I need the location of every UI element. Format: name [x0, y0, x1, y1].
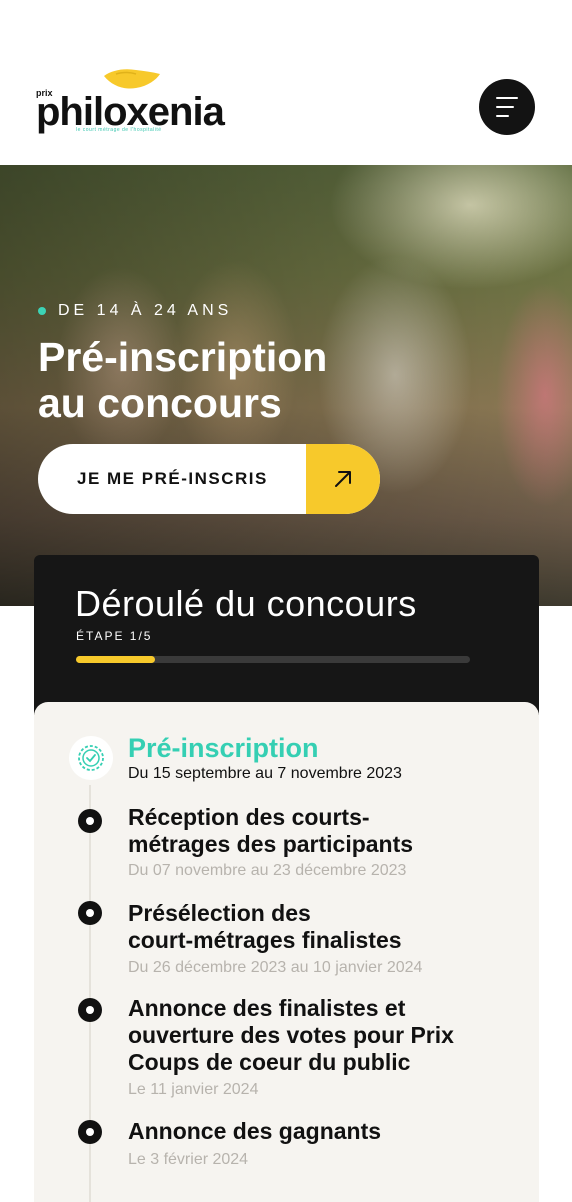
menu-icon-line	[496, 115, 509, 117]
step-5-dot-icon	[78, 1120, 102, 1144]
preregister-button-label: JE ME PRÉ-INSCRIS	[77, 469, 268, 488]
step-4-title: Annonce des finalistes et ouverture des …	[128, 995, 503, 1076]
philoxenia-logo[interactable]: prix philoxenia le court métrage de l'ho…	[36, 66, 236, 138]
site-header: prix philoxenia le court métrage de l'ho…	[0, 0, 572, 165]
timeline-progress-fill	[76, 656, 155, 663]
arrow-up-right-icon	[306, 444, 380, 514]
hero-title-line1: Pré-inscription	[38, 334, 328, 380]
step-2-dot-icon	[78, 809, 102, 833]
timeline-progress-bar	[76, 656, 470, 663]
timeline-title: Déroulé du concours	[75, 583, 417, 624]
hero-kicker: DE 14 À 24 ANS	[38, 302, 232, 320]
hero-kicker-text: DE 14 À 24 ANS	[58, 302, 233, 319]
step-5-date: Le 3 février 2024	[128, 1151, 249, 1168]
step-1-date: Du 15 septembre au 7 novembre 2023	[128, 765, 402, 782]
logo-tagline: le court métrage de l'hospitalité	[76, 127, 162, 133]
step-3-title-line2: court-métrages finalistes	[128, 927, 402, 953]
step-3-date: Du 26 décembre 2023 au 10 janvier 2024	[128, 959, 423, 976]
step-3-title: Présélection des court-métrages finalist…	[128, 900, 503, 954]
step-5-title: Annonce des gagnants	[128, 1118, 382, 1144]
menu-icon-line	[496, 97, 518, 99]
hero-title: Pré-inscription au concours	[38, 334, 458, 426]
hero-title-line2: au concours	[38, 380, 282, 426]
hand-icon	[104, 69, 160, 89]
step-4-title-line2: ouverture des votes pour Prix	[128, 1022, 454, 1048]
step-4-dot-icon	[78, 998, 102, 1022]
step-2-title: Réception des courts- métrages des parti…	[128, 804, 503, 858]
menu-icon-line	[496, 106, 514, 108]
menu-button[interactable]	[479, 79, 535, 135]
step-4-title-line3: Coups de coeur du public	[128, 1049, 411, 1075]
step-2-title-line2: métrages des participants	[128, 831, 414, 857]
step-1-title: Pré-inscription	[128, 733, 319, 763]
hero-section: DE 14 À 24 ANS Pré-inscription au concou…	[0, 165, 572, 606]
step-4-title-line1: Annonce des finalistes et	[128, 995, 406, 1021]
step-4-date: Le 11 janvier 2024	[128, 1081, 259, 1098]
timeline-step-label: ÉTAPE 1/5	[76, 629, 153, 643]
timeline-header: Déroulé du concours ÉTAPE 1/5	[34, 555, 539, 715]
step-3-dot-icon	[78, 901, 102, 925]
bullet-dot-icon	[38, 307, 46, 315]
step-2-title-line1: Réception des courts-	[128, 804, 370, 830]
preregister-button[interactable]: JE ME PRÉ-INSCRIS	[38, 444, 380, 514]
check-badge-icon	[69, 736, 113, 780]
step-3-title-line1: Présélection des	[128, 900, 311, 926]
step-2-date: Du 07 novembre au 23 décembre 2023	[128, 862, 407, 879]
